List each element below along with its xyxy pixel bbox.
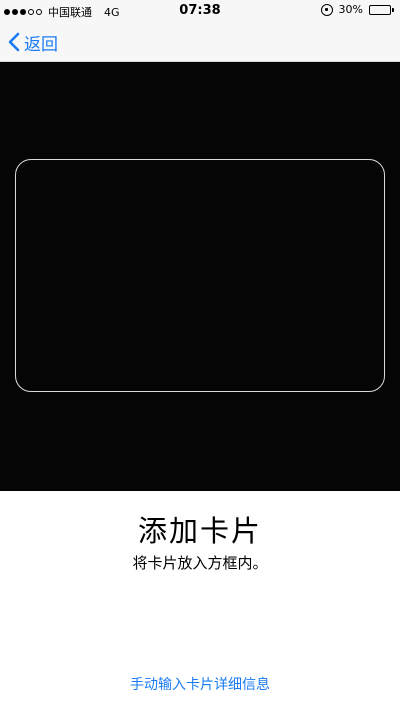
chevron-left-icon [8,32,20,52]
back-button[interactable]: 返回 [8,28,58,56]
manual-entry-link[interactable]: 手动输入卡片详细信息 [0,674,400,694]
back-label: 返回 [24,34,58,55]
status-right: 30% [320,3,394,16]
battery-icon [369,4,394,15]
instruction-text: 将卡片放入方框内。 [132,554,268,572]
camera-viewfinder [0,62,400,491]
navigation-bar: 返回 [0,22,400,62]
page-title: 添加卡片 [137,514,262,548]
card-frame-guide [15,159,385,392]
orientation-lock-icon [320,3,333,16]
battery-percent: 30% [338,3,363,16]
status-bar: 中国联通 4G 07:38 30% [0,0,400,22]
